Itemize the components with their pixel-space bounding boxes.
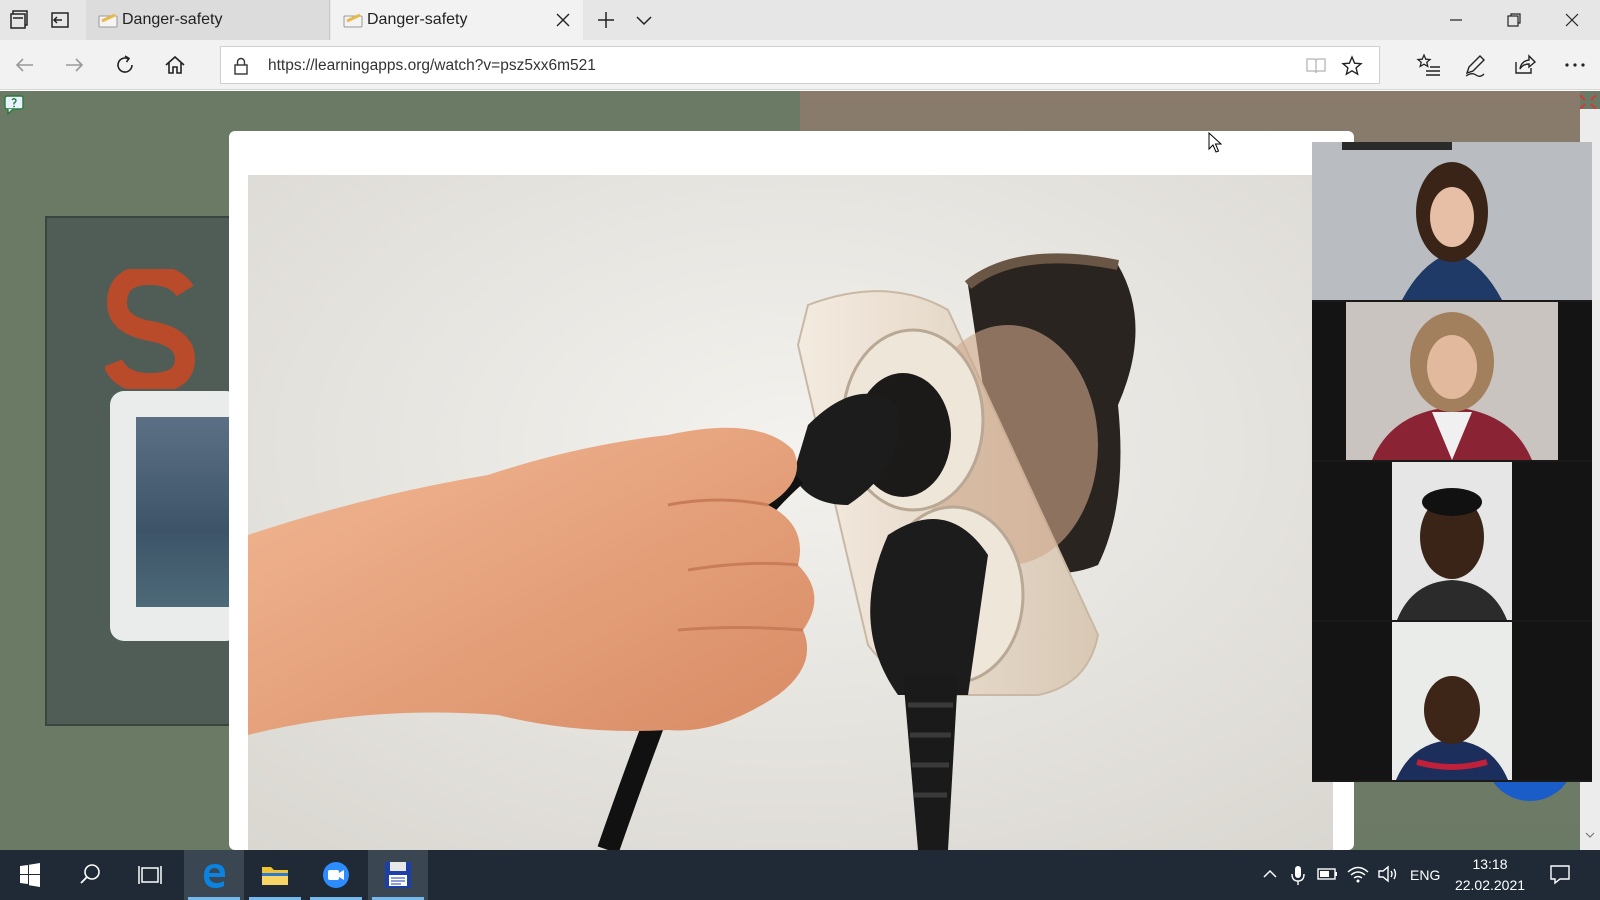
participant-video-4[interactable] xyxy=(1312,622,1592,780)
refresh-icon[interactable] xyxy=(112,52,138,78)
floppy-disk-app-icon[interactable] xyxy=(368,850,428,900)
background-tablet-screen xyxy=(136,417,236,607)
minimize-button[interactable] xyxy=(1428,0,1484,40)
mouse-cursor-icon xyxy=(1208,131,1223,159)
share-icon[interactable] xyxy=(1512,52,1538,78)
address-bar[interactable]: https://learningapps.org/watch?v=psz5xx6… xyxy=(220,46,1380,84)
url-text[interactable]: https://learningapps.org/watch?v=psz5xx6… xyxy=(268,57,596,75)
edge-browser-icon[interactable] xyxy=(184,850,244,900)
participant-video-2[interactable] xyxy=(1312,302,1592,460)
start-windows-icon[interactable] xyxy=(0,850,60,900)
search-icon[interactable] xyxy=(60,850,120,900)
tab-title: Danger-safety xyxy=(122,11,223,28)
restore-button[interactable] xyxy=(1486,0,1542,40)
clock-time[interactable]: 13:18 xyxy=(1447,856,1533,872)
page-favicon-icon xyxy=(343,12,365,30)
battery-icon[interactable] xyxy=(1316,864,1340,889)
show-hidden-icons-chevron-up-icon[interactable] xyxy=(1260,864,1280,889)
zoom-video-icon[interactable] xyxy=(306,850,366,900)
file-explorer-folder-icon[interactable] xyxy=(245,850,305,900)
tab-danger-safety-1[interactable]: Danger-safety xyxy=(86,0,330,40)
video-call-panel xyxy=(1312,142,1592,782)
participant-video-1[interactable] xyxy=(1312,142,1592,300)
close-tab-icon[interactable] xyxy=(553,10,573,30)
scroll-down-chevron-icon[interactable] xyxy=(1585,826,1595,844)
help-icon[interactable] xyxy=(4,95,26,116)
volume-speaker-icon[interactable] xyxy=(1376,864,1400,889)
wifi-icon[interactable] xyxy=(1346,864,1370,889)
close-window-button[interactable] xyxy=(1544,0,1600,40)
reading-view-icon[interactable] xyxy=(1305,57,1327,80)
new-tab-icon[interactable] xyxy=(594,8,618,32)
windows-taskbar: ENG 13:18 22.02.2021 xyxy=(0,850,1600,900)
clock-date[interactable]: 22.02.2021 xyxy=(1447,877,1533,893)
lock-icon[interactable] xyxy=(233,57,249,80)
task-view-icon[interactable] xyxy=(120,850,180,900)
tab-strip: Danger-safety Danger-safety xyxy=(0,0,1600,40)
more-options-icon[interactable] xyxy=(1562,52,1588,78)
web-note-pen-icon[interactable] xyxy=(1462,52,1488,78)
tab-preview-chevron-down-icon[interactable] xyxy=(632,8,656,32)
forward-arrow-icon[interactable] xyxy=(61,52,87,78)
participant-video-3[interactable] xyxy=(1312,462,1592,620)
hand-unplugging-plug-photo xyxy=(248,175,1333,850)
back-arrow-icon[interactable] xyxy=(12,52,38,78)
tab-manager-icon[interactable] xyxy=(8,8,32,32)
tab-danger-safety-2[interactable]: Danger-safety xyxy=(331,0,583,40)
set-aside-tabs-icon[interactable] xyxy=(48,8,72,32)
home-icon[interactable] xyxy=(162,52,188,78)
action-center-notification-icon[interactable] xyxy=(1548,862,1572,891)
favorites-list-icon[interactable] xyxy=(1416,52,1442,78)
microphone-icon[interactable] xyxy=(1288,864,1308,891)
navigation-bar: https://learningapps.org/watch?v=psz5xx6… xyxy=(0,40,1600,90)
page-favicon-icon xyxy=(98,12,120,30)
tab-title: Danger-safety xyxy=(367,11,468,28)
page-content xyxy=(0,91,1600,850)
favorite-star-icon[interactable] xyxy=(1341,55,1363,82)
input-language-indicator[interactable]: ENG xyxy=(1410,867,1440,883)
